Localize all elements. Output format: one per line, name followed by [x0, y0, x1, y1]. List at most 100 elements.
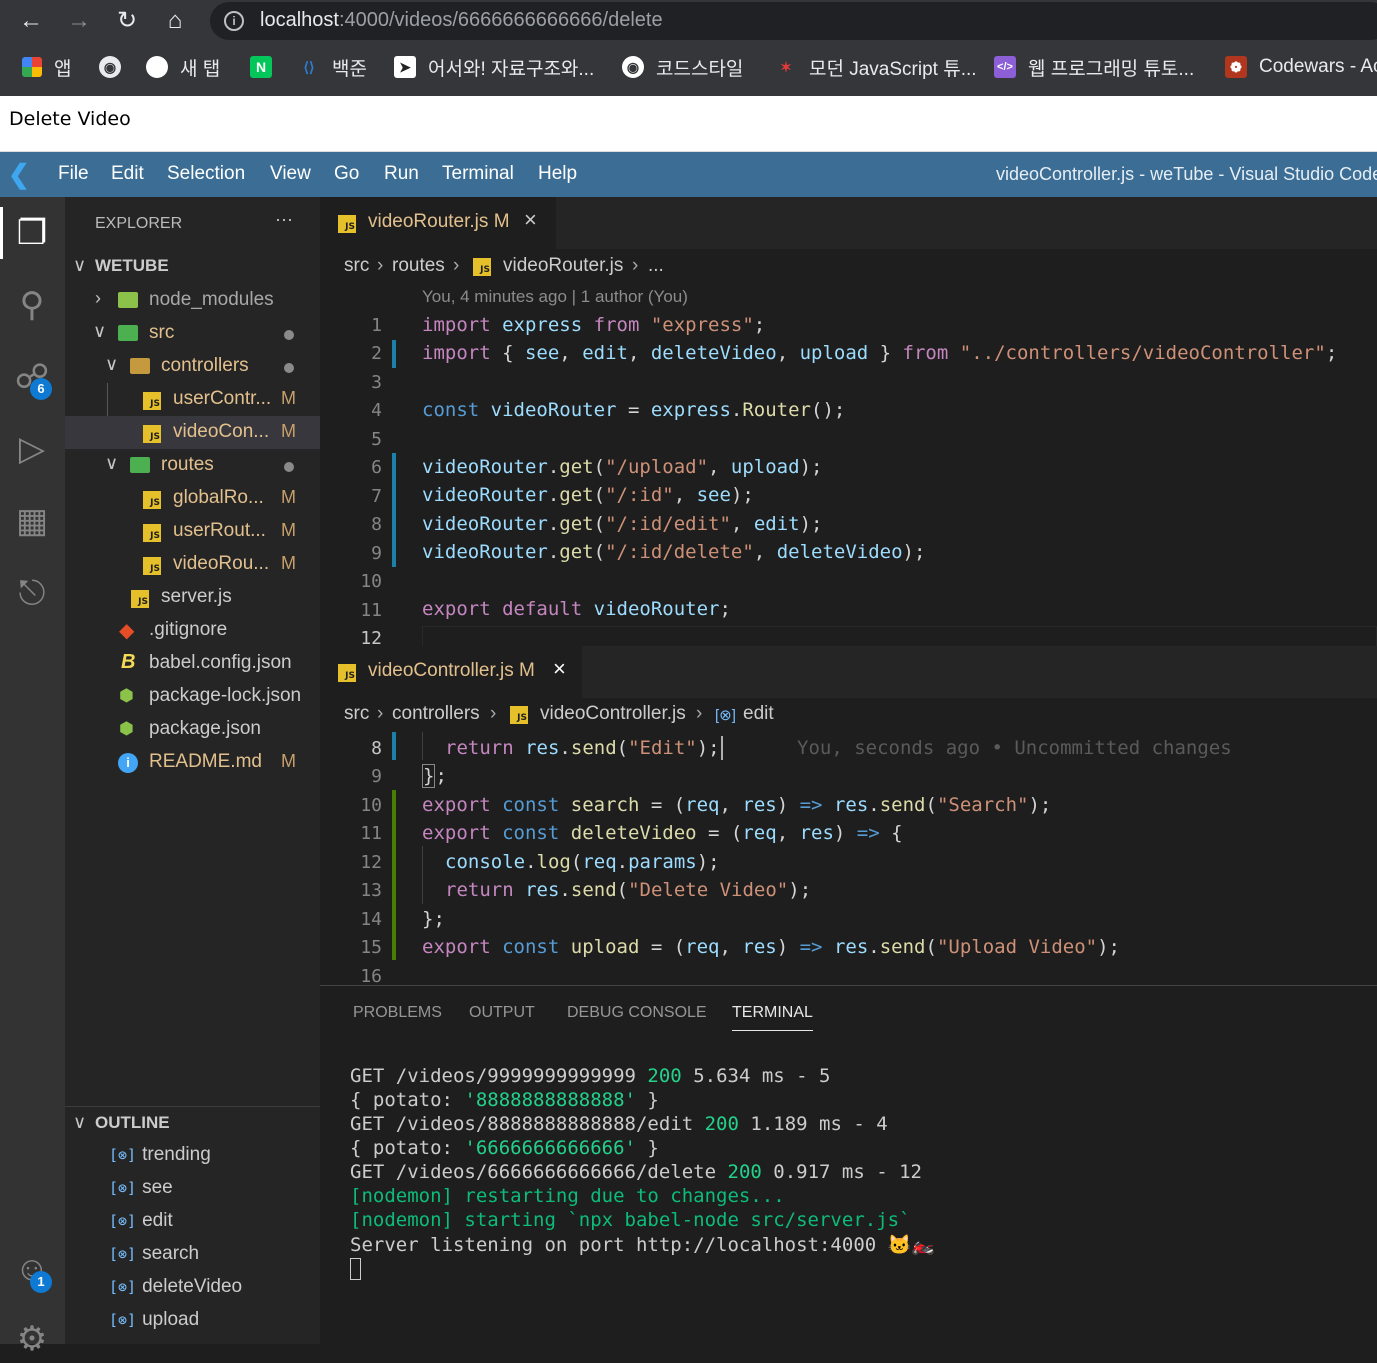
bookmark-label: 백준: [332, 58, 367, 80]
tree-item-label: package.json: [149, 718, 261, 739]
editor1-code[interactable]: You, 4 minutes ago | 1 author (You) 1 2 …: [320, 284, 1377, 648]
bookmark-webprog[interactable]: </> 웹 프로그래밍 튜토...: [994, 54, 1194, 80]
tree-item-routes[interactable]: ∨ routes: [65, 449, 320, 482]
js-file-icon: JS: [338, 215, 356, 233]
codelens-blame[interactable]: You, 4 minutes ago | 1 author (You): [422, 287, 688, 307]
tab-debug-console[interactable]: DEBUG CONSOLE: [567, 1004, 707, 1022]
line-number: 13: [360, 880, 382, 901]
tree-item-usercontroller[interactable]: JS userContr... M: [65, 383, 320, 416]
explorer-files-icon[interactable]: ❐: [8, 209, 56, 257]
menu-selection[interactable]: Selection: [167, 163, 245, 185]
outline-item-deletevideo[interactable]: [⊗] deleteVideo: [109, 1276, 242, 1309]
menu-go[interactable]: Go: [334, 163, 359, 185]
code-line: export const deleteVideo = (req, res) =>…: [422, 822, 903, 844]
tree-item-babelconfig[interactable]: B babel.config.json: [65, 647, 320, 680]
tab-videorouter[interactable]: JS videoRouter.js M ×: [320, 197, 556, 249]
tree-item-gitignore[interactable]: ◆ .gitignore: [65, 614, 320, 647]
menu-view[interactable]: View: [270, 163, 311, 185]
bookmark-naver[interactable]: N: [250, 54, 284, 80]
tree-item-packagejson[interactable]: ⬢ package.json: [65, 713, 320, 746]
address-bar[interactable]: i localhost:4000/videos/6666666666666/de…: [210, 2, 1377, 40]
run-debug-icon[interactable]: ▷: [8, 425, 56, 473]
github-icon: ◉: [622, 56, 644, 78]
back-arrow-icon[interactable]: ←: [14, 4, 48, 38]
crumb[interactable]: src: [344, 255, 369, 277]
editor2-code[interactable]: 8 9 10 11 12 13 14 15 16 return res.send…: [320, 732, 1377, 985]
tree-item-src[interactable]: ∨ src: [65, 317, 320, 350]
tree-item-readme[interactable]: i README.md M: [65, 746, 320, 779]
reload-icon[interactable]: ↻: [110, 4, 144, 38]
tree-item-server[interactable]: JS server.js: [65, 581, 320, 614]
tree-item-userrouter[interactable]: JS userRout... M: [65, 515, 320, 548]
menu-help[interactable]: Help: [538, 163, 577, 185]
settings-gear-icon[interactable]: ⚙: [8, 1315, 56, 1363]
chevron-down-icon: ∨: [73, 1112, 87, 1132]
tree-item-node-modules[interactable]: › node_modules: [65, 284, 320, 317]
outline-header[interactable]: ∨ OUTLINE: [65, 1108, 320, 1141]
info-icon[interactable]: i: [224, 11, 244, 31]
crumb[interactable]: videoRouter.js: [503, 255, 623, 277]
gutter-modified: [392, 732, 396, 760]
menu-terminal[interactable]: Terminal: [442, 163, 514, 185]
url-text[interactable]: localhost:4000/videos/6666666666666/dele…: [260, 9, 663, 32]
editor2-tabbar: JS videoController.js M ×: [320, 646, 1377, 698]
tab-problems[interactable]: PROBLEMS: [353, 1004, 442, 1022]
crumb[interactable]: routes: [392, 255, 445, 277]
tree-item-label: node_modules: [149, 289, 274, 310]
outline-item-trending[interactable]: [⊗] trending: [109, 1144, 211, 1177]
code-line: videoRouter.get("/:id/edit", edit);: [422, 513, 823, 535]
outline-label: deleteVideo: [142, 1276, 243, 1297]
more-actions-icon[interactable]: ···: [275, 209, 293, 230]
naver-icon: N: [250, 56, 272, 78]
close-icon[interactable]: ×: [524, 207, 537, 233]
js-file-icon: JS: [143, 557, 161, 575]
home-icon[interactable]: ⌂: [158, 4, 192, 38]
bookmark-modernjs[interactable]: ✶ 모던 JavaScript 튜...: [775, 54, 976, 80]
terminal-line: [nodemon] restarting due to changes...: [350, 1185, 785, 1207]
line-number: 1: [371, 315, 382, 336]
tree-item-videocontroller[interactable]: JS videoCon... M: [65, 416, 320, 449]
forward-arrow-icon[interactable]: →: [62, 4, 96, 38]
outline-item-see[interactable]: [⊗] see: [109, 1177, 173, 1210]
web-page: Delete Video: [0, 96, 1377, 152]
bookmark-baekjoon[interactable]: ⟨⟩ 백준: [298, 54, 367, 80]
menu-run[interactable]: Run: [384, 163, 419, 185]
tree-item-videorouter[interactable]: JS videoRou... M: [65, 548, 320, 581]
outline-item-edit[interactable]: [⊗] edit: [109, 1210, 173, 1243]
outline-item-search[interactable]: [⊗] search: [109, 1243, 199, 1276]
crumb[interactable]: videoController.js: [540, 703, 686, 725]
git-graph-icon[interactable]: ⎋: [8, 569, 56, 617]
editor1-breadcrumb: src › routes › JS videoRouter.js › ...: [320, 250, 1377, 284]
bookmark-codestyle[interactable]: ◉ 코드스타일: [622, 54, 743, 80]
js-file-icon: JS: [338, 664, 356, 682]
tab-output[interactable]: OUTPUT: [469, 1004, 535, 1022]
line-number: 10: [360, 795, 382, 816]
crumb[interactable]: ...: [648, 255, 664, 277]
close-icon[interactable]: ×: [553, 656, 566, 682]
tree-item-controllers[interactable]: ∨ controllers: [65, 350, 320, 383]
bottom-panel: PROBLEMS OUTPUT DEBUG CONSOLE TERMINAL G…: [320, 985, 1377, 1344]
search-icon[interactable]: ⚲: [8, 281, 56, 329]
crumb[interactable]: edit: [743, 703, 774, 725]
menu-edit[interactable]: Edit: [111, 163, 144, 185]
tree-item-label: README.md: [149, 751, 262, 772]
workspace-root[interactable]: ∨ WETUBE: [65, 251, 320, 284]
bookmark-newtab[interactable]: 새 탭: [146, 54, 220, 80]
crumb[interactable]: src: [344, 703, 369, 725]
tab-terminal[interactable]: TERMINAL: [732, 1004, 813, 1031]
crumb[interactable]: controllers: [392, 703, 480, 725]
chevron-right-icon: ›: [377, 255, 384, 276]
bookmark-datastructures[interactable]: ➤ 어서와! 자료구조와...: [394, 54, 594, 80]
menu-file[interactable]: File: [58, 163, 89, 185]
tree-item-globalrouter[interactable]: JS globalRo... M: [65, 482, 320, 515]
extensions-icon[interactable]: ▦: [8, 497, 56, 545]
bookmark-globe[interactable]: ◉: [99, 54, 133, 80]
bookmark-apps[interactable]: 앱: [22, 54, 71, 80]
bookmark-codewars[interactable]: ❁ Codewars - Ac: [1225, 54, 1377, 80]
chevron-down-icon: ∨: [105, 354, 119, 374]
js-file-icon: JS: [143, 524, 161, 542]
tab-videocontroller[interactable]: JS videoController.js M ×: [320, 646, 582, 698]
tree-item-packagelock[interactable]: ⬢ package-lock.json: [65, 680, 320, 713]
terminal-cursor[interactable]: [350, 1258, 361, 1280]
outline-item-upload[interactable]: [⊗] upload: [109, 1309, 199, 1342]
